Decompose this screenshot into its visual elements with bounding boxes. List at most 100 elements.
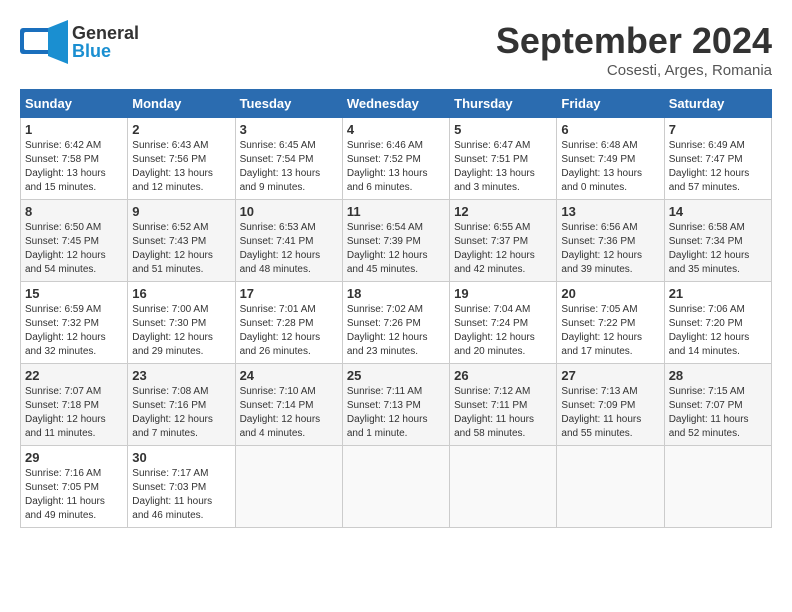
- table-row: 8Sunrise: 6:50 AM Sunset: 7:45 PM Daylig…: [21, 200, 128, 282]
- table-row: 15 Sunrise: 6:59 AM Sunset: 7:32 PM Dayli…: [21, 282, 128, 364]
- location: Cosesti, Arges, Romania: [496, 62, 772, 79]
- col-friday: Friday: [557, 90, 664, 118]
- table-row: 25 Sunrise: 7:11 AM Sunset: 7:13 PM Dayli…: [342, 364, 449, 446]
- day-number: 27: [561, 368, 659, 383]
- day-detail: Sunrise: 6:49 AM Sunset: 7:47 PM Dayligh…: [669, 139, 767, 195]
- day-number: 6: [561, 122, 659, 137]
- day-detail: Sunrise: 6:58 AM Sunset: 7:34 PM Dayligh…: [669, 221, 767, 277]
- table-row: 22 Sunrise: 7:07 AM Sunset: 7:18 PM Dayli…: [21, 364, 128, 446]
- day-detail: Sunrise: 7:10 AM Sunset: 7:14 PM Dayligh…: [240, 385, 338, 441]
- logo-general-text: General: [72, 24, 139, 42]
- table-row: 30 Sunrise: 7:17 AM Sunset: 7:03 PM Dayli…: [128, 446, 235, 528]
- day-detail: Sunrise: 7:00 AM Sunset: 7:30 PM Dayligh…: [132, 303, 230, 359]
- table-row: [235, 446, 342, 528]
- table-row: 19Sunrise: 7:04 AM Sunset: 7:24 PM Dayli…: [450, 282, 557, 364]
- calendar-week-row: 15 Sunrise: 6:59 AM Sunset: 7:32 PM Dayli…: [21, 282, 772, 364]
- month-title: September 2024: [496, 20, 772, 62]
- day-number: 12: [454, 204, 552, 219]
- day-number: 21: [669, 286, 767, 301]
- day-number: 8: [25, 204, 123, 219]
- day-number: 4: [347, 122, 445, 137]
- col-saturday: Saturday: [664, 90, 771, 118]
- day-detail: Sunrise: 6:56 AM Sunset: 7:36 PM Dayligh…: [561, 221, 659, 277]
- day-number: 13: [561, 204, 659, 219]
- day-detail: Sunrise: 7:11 AM Sunset: 7:13 PM Dayligh…: [347, 385, 445, 441]
- table-row: [342, 446, 449, 528]
- table-row: 26 Sunrise: 7:12 AM Sunset: 7:11 PM Dayli…: [450, 364, 557, 446]
- logo-icon: [20, 20, 68, 64]
- day-detail: Sunrise: 7:06 AM Sunset: 7:20 PM Dayligh…: [669, 303, 767, 359]
- day-number: 22: [25, 368, 123, 383]
- day-detail: Sunrise: 7:04 AM Sunset: 7:24 PM Dayligh…: [454, 303, 552, 359]
- day-detail: Sunrise: 6:53 AM Sunset: 7:41 PM Dayligh…: [240, 221, 338, 277]
- table-row: 13 Sunrise: 6:56 AM Sunset: 7:36 PM Dayli…: [557, 200, 664, 282]
- day-number: 11: [347, 204, 445, 219]
- day-number: 18: [347, 286, 445, 301]
- logo-blue-text: Blue: [72, 42, 139, 60]
- day-detail: Sunrise: 7:17 AM Sunset: 7:03 PM Dayligh…: [132, 467, 230, 523]
- table-row: 23Sunrise: 7:08 AM Sunset: 7:16 PM Dayli…: [128, 364, 235, 446]
- calendar-week-row: 29Sunrise: 7:16 AM Sunset: 7:05 PM Dayli…: [21, 446, 772, 528]
- day-number: 30: [132, 450, 230, 465]
- table-row: 20Sunrise: 7:05 AM Sunset: 7:22 PM Dayli…: [557, 282, 664, 364]
- table-row: 7 Sunrise: 6:49 AM Sunset: 7:47 PM Daylig…: [664, 118, 771, 200]
- table-row: 17 Sunrise: 7:01 AM Sunset: 7:28 PM Dayli…: [235, 282, 342, 364]
- day-detail: Sunrise: 6:54 AM Sunset: 7:39 PM Dayligh…: [347, 221, 445, 277]
- day-number: 1: [25, 122, 123, 137]
- day-number: 23: [132, 368, 230, 383]
- day-detail: Sunrise: 7:02 AM Sunset: 7:26 PM Dayligh…: [347, 303, 445, 359]
- day-number: 2: [132, 122, 230, 137]
- day-number: 24: [240, 368, 338, 383]
- col-thursday: Thursday: [450, 90, 557, 118]
- table-row: 16Sunrise: 7:00 AM Sunset: 7:30 PM Dayli…: [128, 282, 235, 364]
- day-detail: Sunrise: 6:46 AM Sunset: 7:52 PM Dayligh…: [347, 139, 445, 195]
- title-block: September 2024 Cosesti, Arges, Romania: [496, 20, 772, 79]
- col-sunday: Sunday: [21, 90, 128, 118]
- table-row: 9Sunrise: 6:52 AM Sunset: 7:43 PM Daylig…: [128, 200, 235, 282]
- table-row: 2Sunrise: 6:43 AM Sunset: 7:56 PM Daylig…: [128, 118, 235, 200]
- table-row: [664, 446, 771, 528]
- day-number: 3: [240, 122, 338, 137]
- table-row: 14Sunrise: 6:58 AM Sunset: 7:34 PM Dayli…: [664, 200, 771, 282]
- day-detail: Sunrise: 7:01 AM Sunset: 7:28 PM Dayligh…: [240, 303, 338, 359]
- day-detail: Sunrise: 6:47 AM Sunset: 7:51 PM Dayligh…: [454, 139, 552, 195]
- day-detail: Sunrise: 6:45 AM Sunset: 7:54 PM Dayligh…: [240, 139, 338, 195]
- day-detail: Sunrise: 6:59 AM Sunset: 7:32 PM Dayligh…: [25, 303, 123, 359]
- day-detail: Sunrise: 7:07 AM Sunset: 7:18 PM Dayligh…: [25, 385, 123, 441]
- table-row: 4 Sunrise: 6:46 AM Sunset: 7:52 PM Daylig…: [342, 118, 449, 200]
- table-row: 12 Sunrise: 6:55 AM Sunset: 7:37 PM Dayli…: [450, 200, 557, 282]
- day-number: 25: [347, 368, 445, 383]
- table-row: 27 Sunrise: 7:13 AM Sunset: 7:09 PM Dayli…: [557, 364, 664, 446]
- col-tuesday: Tuesday: [235, 90, 342, 118]
- day-number: 26: [454, 368, 552, 383]
- table-row: [450, 446, 557, 528]
- table-row: 18 Sunrise: 7:02 AM Sunset: 7:26 PM Dayli…: [342, 282, 449, 364]
- day-detail: Sunrise: 7:12 AM Sunset: 7:11 PM Dayligh…: [454, 385, 552, 441]
- day-number: 15: [25, 286, 123, 301]
- table-row: [557, 446, 664, 528]
- table-row: 1Sunrise: 6:42 AM Sunset: 7:58 PM Daylig…: [21, 118, 128, 200]
- day-number: 20: [561, 286, 659, 301]
- day-detail: Sunrise: 7:15 AM Sunset: 7:07 PM Dayligh…: [669, 385, 767, 441]
- day-number: 7: [669, 122, 767, 137]
- calendar-header-row: Sunday Monday Tuesday Wednesday Thursday…: [21, 90, 772, 118]
- day-number: 9: [132, 204, 230, 219]
- day-number: 17: [240, 286, 338, 301]
- col-monday: Monday: [128, 90, 235, 118]
- table-row: 11 Sunrise: 6:54 AM Sunset: 7:39 PM Dayli…: [342, 200, 449, 282]
- table-row: 29Sunrise: 7:16 AM Sunset: 7:05 PM Dayli…: [21, 446, 128, 528]
- day-number: 29: [25, 450, 123, 465]
- calendar-week-row: 1Sunrise: 6:42 AM Sunset: 7:58 PM Daylig…: [21, 118, 772, 200]
- table-row: 28 Sunrise: 7:15 AM Sunset: 7:07 PM Dayli…: [664, 364, 771, 446]
- table-row: 6 Sunrise: 6:48 AM Sunset: 7:49 PM Daylig…: [557, 118, 664, 200]
- logo: General Blue: [20, 20, 139, 64]
- table-row: 10 Sunrise: 6:53 AM Sunset: 7:41 PM Dayli…: [235, 200, 342, 282]
- day-detail: Sunrise: 6:55 AM Sunset: 7:37 PM Dayligh…: [454, 221, 552, 277]
- day-number: 5: [454, 122, 552, 137]
- day-number: 10: [240, 204, 338, 219]
- day-detail: Sunrise: 6:48 AM Sunset: 7:49 PM Dayligh…: [561, 139, 659, 195]
- table-row: 5 Sunrise: 6:47 AM Sunset: 7:51 PM Daylig…: [450, 118, 557, 200]
- table-row: 3 Sunrise: 6:45 AM Sunset: 7:54 PM Daylig…: [235, 118, 342, 200]
- day-detail: Sunrise: 7:13 AM Sunset: 7:09 PM Dayligh…: [561, 385, 659, 441]
- day-number: 28: [669, 368, 767, 383]
